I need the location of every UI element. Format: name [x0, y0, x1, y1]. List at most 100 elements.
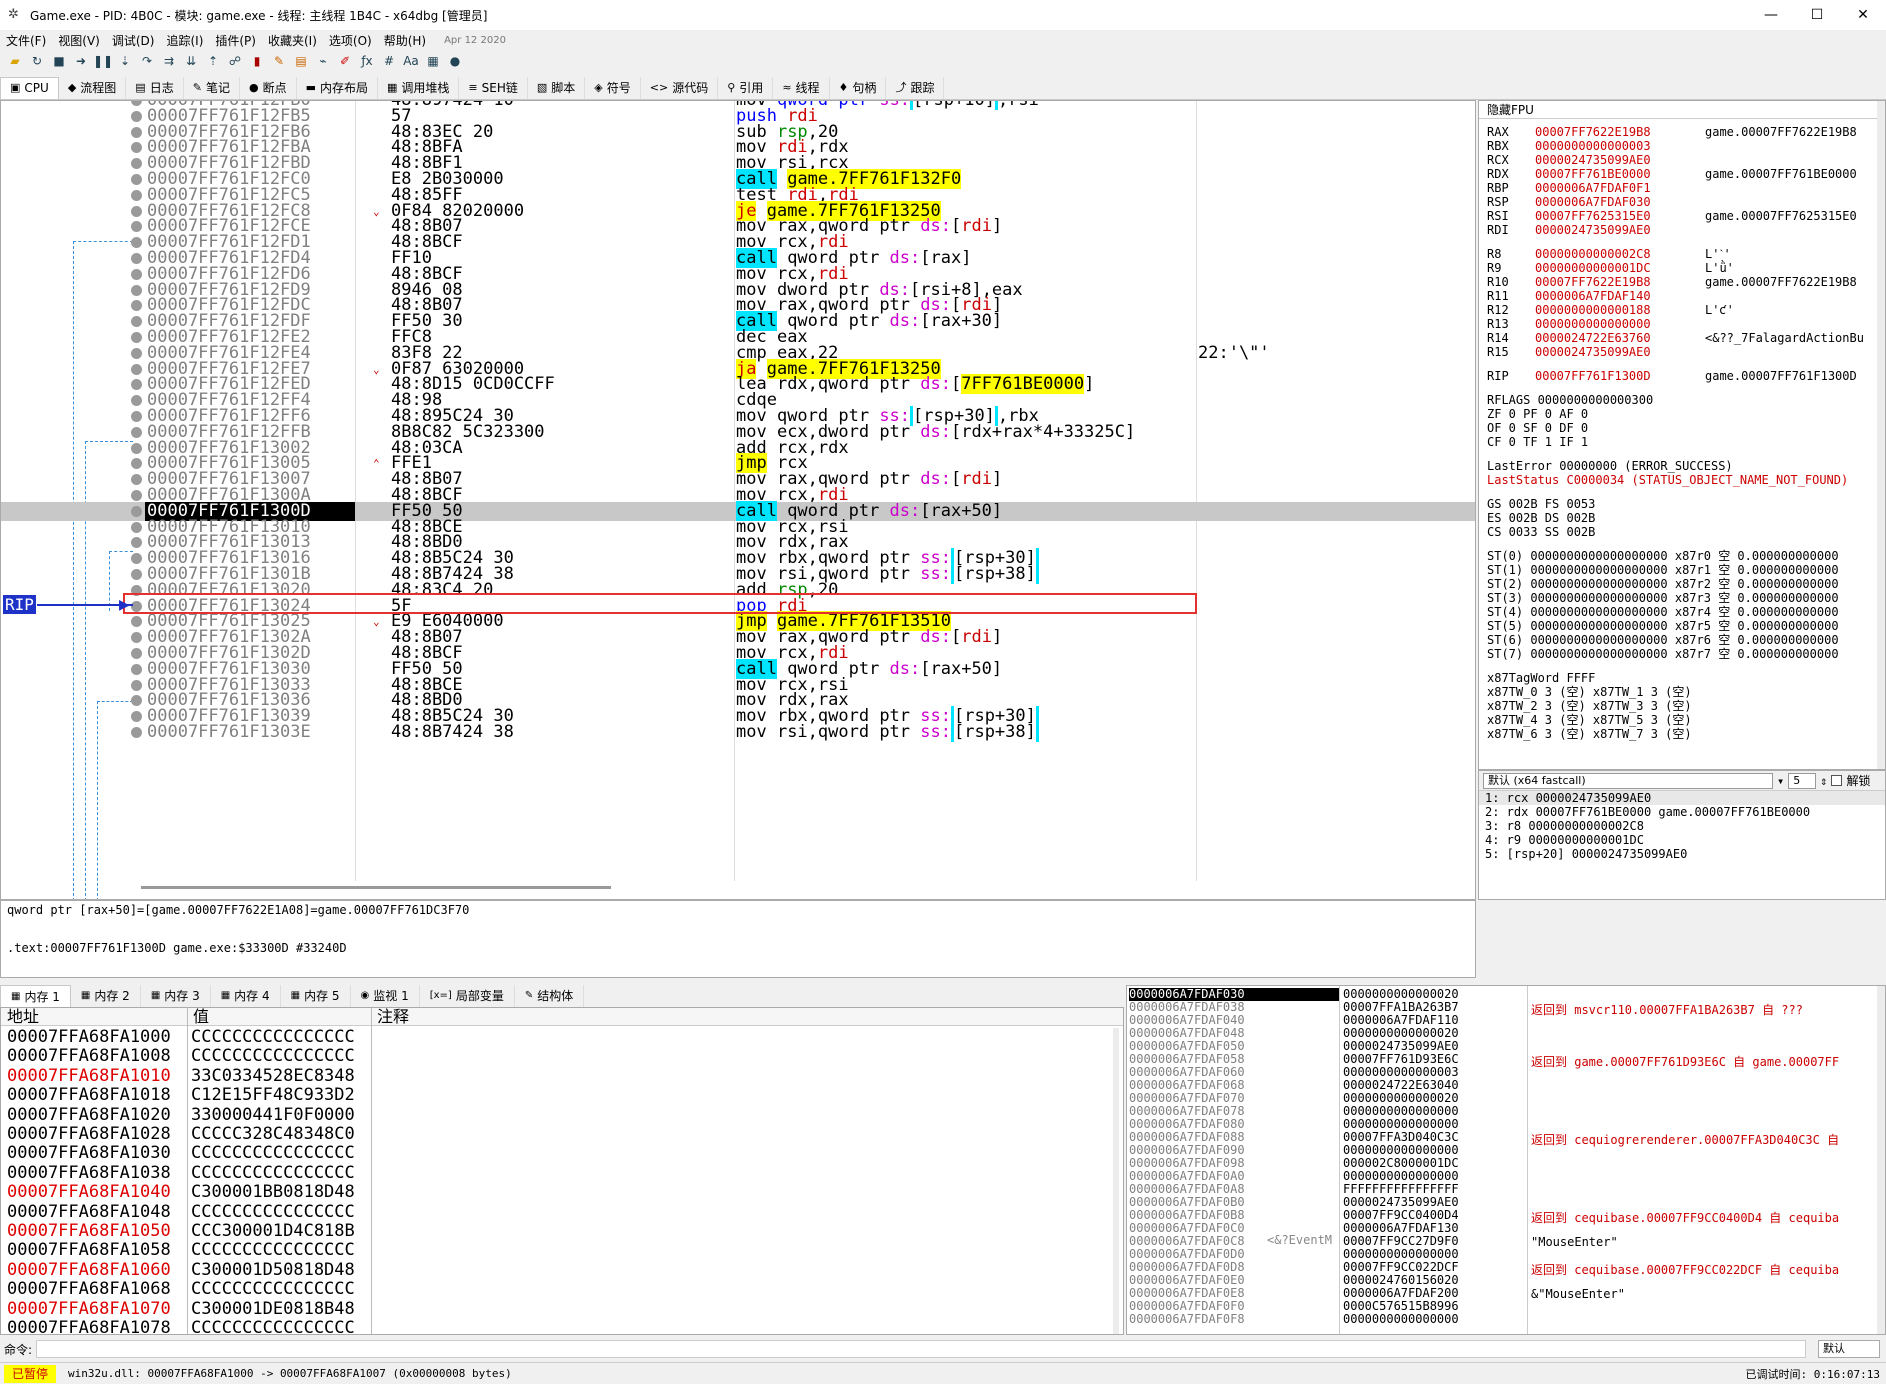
tab-12[interactable]: ≈ 线程 — [773, 76, 830, 99]
register-row[interactable]: R12 0000000000000188 L'ƈ' — [1487, 303, 1734, 317]
dump-row[interactable]: 00007FFA68FA1020 330000441F0F0000 — [1, 1105, 1123, 1125]
menu-item[interactable]: 文件(F) — [0, 32, 52, 49]
font-icon[interactable]: Aa — [402, 52, 420, 70]
step-over-icon[interactable]: ↷ — [138, 52, 156, 70]
register-value[interactable]: 0000024735099AE0 — [1535, 345, 1705, 359]
run-to-user-code-icon[interactable]: ☍ — [226, 52, 244, 70]
argument-row[interactable]: 4: r9 00000000000001DC — [1479, 833, 1885, 847]
stack-scrollbar[interactable] — [1877, 986, 1885, 1334]
breakpoint-dot-icon[interactable] — [131, 632, 142, 644]
comment-icon[interactable]: ▤ — [292, 52, 310, 70]
stack-view[interactable]: 0000006A7FDAF030 0000000000000020 0000006A… — [1126, 985, 1886, 1335]
register-value[interactable]: 00007FF7622E19B8 — [1535, 125, 1705, 139]
register-value[interactable]: 00000000000001DC — [1535, 261, 1705, 275]
breakpoint-dot-icon[interactable] — [131, 221, 142, 233]
argument-row[interactable]: 1: rcx 0000024735099AE0 — [1479, 791, 1885, 805]
breakpoint-dot-icon[interactable] — [131, 300, 142, 312]
bookmark-icon[interactable]: ✐ — [336, 52, 354, 70]
register-row[interactable]: RCX 0000024735099AE0 — [1487, 153, 1705, 167]
restart-icon[interactable]: ↻ — [28, 52, 46, 70]
label-icon[interactable]: ⌁ — [314, 52, 332, 70]
dump-row[interactable]: 00007FFA68FA1060 C300001D50818D48 — [1, 1260, 1123, 1280]
hide-fpu-button[interactable]: 隐藏FPU — [1479, 101, 1885, 119]
register-row[interactable]: R15 0000024735099AE0 — [1487, 345, 1705, 359]
breakpoint-dot-icon[interactable] — [131, 332, 142, 343]
bottom-tab-2[interactable]: ▦ 内存 3 — [141, 985, 211, 1007]
breakpoint-dot-icon[interactable] — [131, 616, 142, 628]
breakpoint-dot-icon[interactable] — [131, 553, 142, 565]
breakpoint-dot-icon[interactable] — [131, 316, 142, 328]
breakpoint-dot-icon[interactable] — [131, 490, 142, 501]
breakpoint-dot-icon[interactable] — [131, 411, 142, 422]
register-row[interactable]: RBP 0000006A7FDAF0F1 — [1487, 181, 1705, 195]
register-value[interactable]: 0000024722E63760 — [1535, 331, 1705, 345]
bottom-tab-7[interactable]: ✎ 结构体 — [515, 985, 585, 1007]
registers-scrollbar[interactable] — [1877, 101, 1885, 769]
dump-row[interactable]: 00007FFA68FA1038 CCCCCCCCCCCCCCCC — [1, 1163, 1123, 1183]
minimize-button[interactable]: — — [1748, 0, 1794, 30]
argument-row[interactable]: 5: [rsp+20] 0000024735099AE0 — [1479, 847, 1885, 861]
hash-icon[interactable]: # — [380, 52, 398, 70]
dump-row[interactable]: 00007FFA68FA1028 CCCCC328C48348C0 — [1, 1125, 1123, 1144]
tab-14[interactable]: ⤴ 跟踪 — [886, 76, 945, 99]
dump-row[interactable]: 00007FFA68FA1040 C300001BB0818D48 — [1, 1183, 1123, 1202]
register-value[interactable]: 00007FF761BE0000 — [1535, 167, 1705, 181]
register-row[interactable]: RDI 0000024735099AE0 — [1487, 223, 1705, 237]
register-value[interactable]: 00007FF7622E19B8 — [1535, 275, 1705, 289]
stepper-icon[interactable]: ⇕ — [1820, 774, 1827, 788]
menu-item[interactable]: 追踪(I) — [160, 32, 209, 49]
menu-item[interactable]: 视图(V) — [52, 32, 106, 49]
tab-0[interactable]: ▣ CPU — [0, 76, 59, 99]
register-row[interactable]: RBX 0000000000000003 — [1487, 139, 1705, 153]
breakpoint-dot-icon[interactable] — [131, 174, 142, 185]
tab-2[interactable]: ▤ 日志 — [126, 76, 184, 99]
register-row[interactable]: R8 00000000000002C8 L'ˋ' — [1487, 247, 1731, 261]
breakpoint-dot-icon[interactable] — [131, 395, 142, 407]
breakpoint-dot-icon[interactable] — [131, 142, 142, 154]
close-button[interactable]: ✕ — [1840, 0, 1886, 30]
stack-row[interactable]: 0000006A7FDAF0F8 0000000000000000 — [1127, 1313, 1885, 1326]
register-row[interactable]: RSI 00007FF7625315E0 game.00007FF7625315E0 — [1487, 209, 1857, 223]
dump-row[interactable]: 00007FFA68FA1078 CCCCCCCCCCCCCCCC — [1, 1319, 1123, 1335]
pause-icon[interactable]: ❚❚ — [93, 52, 113, 70]
breakpoint-dot-icon[interactable] — [131, 442, 142, 454]
tab-10[interactable]: <> 源代码 — [641, 76, 719, 99]
register-value[interactable]: 00007FF7625315E0 — [1535, 209, 1705, 223]
menu-item[interactable]: 收藏夹(I) — [262, 32, 323, 49]
breakpoint-dot-icon[interactable] — [131, 158, 142, 170]
dump-row[interactable]: 00007FFA68FA1008 CCCCCCCCCCCCCCCC — [1, 1047, 1123, 1066]
open-icon[interactable]: ▰ — [6, 52, 24, 70]
tab-1[interactable]: ◆ 流程图 — [59, 76, 127, 99]
breakpoint-dot-icon[interactable] — [131, 663, 142, 675]
argument-count-field[interactable]: 5 — [1788, 772, 1817, 789]
breakpoint-dot-icon[interactable] — [131, 253, 142, 264]
step-into-icon[interactable]: ⇣ — [116, 52, 134, 70]
register-value[interactable]: 0000024735099AE0 — [1535, 153, 1705, 167]
register-value[interactable]: 0000000000000003 — [1535, 139, 1705, 153]
tab-13[interactable]: ♦ 句柄 — [830, 76, 887, 99]
dump-row[interactable]: 00007FFA68FA1068 CCCCCCCCCCCCCCCC — [1, 1280, 1123, 1299]
register-value[interactable]: 0000006A7FDAF030 — [1535, 195, 1705, 209]
breakpoint-dot-icon[interactable] — [131, 648, 142, 659]
register-value[interactable]: 00007FF761F1300D — [1535, 369, 1705, 383]
tab-9[interactable]: ◈ 符号 — [585, 76, 641, 99]
breakpoint-dot-icon[interactable] — [131, 458, 142, 470]
calling-convention-select[interactable]: 默认 (x64 fastcall) — [1483, 772, 1773, 789]
bottom-tab-6[interactable]: [x=] 局部变量 — [420, 985, 515, 1007]
tab-7[interactable]: ≡ SEH链 — [459, 76, 528, 99]
register-value[interactable]: 0000006A7FDAF0F1 — [1535, 181, 1705, 195]
breakpoint-dot-icon[interactable] — [131, 521, 142, 533]
dump-row[interactable]: 00007FFA68FA1000 CCCCCCCCCCCCCCCC — [1, 1028, 1123, 1047]
dump-row[interactable]: 00007FFA68FA1058 CCCCCCCCCCCCCCCC — [1, 1241, 1123, 1260]
breakpoint-dot-icon[interactable] — [131, 727, 142, 738]
register-value[interactable]: 0000000000000000 — [1535, 317, 1705, 331]
help-icon[interactable]: ● — [446, 52, 464, 70]
breakpoint-dot-icon[interactable] — [131, 189, 142, 201]
execute-till-return-icon[interactable]: ⇡ — [204, 52, 222, 70]
dump-row[interactable]: 00007FFA68FA1050 CCC300001D4C818B — [1, 1222, 1123, 1241]
register-row[interactable]: R9 00000000000001DC L'ǜ' — [1487, 261, 1734, 275]
register-row[interactable]: RSP 0000006A7FDAF030 — [1487, 195, 1705, 209]
breakpoint-dot-icon[interactable] — [131, 110, 142, 122]
breakpoint-dot-icon[interactable] — [131, 126, 142, 138]
dump-row[interactable]: 00007FFA68FA1070 C300001DE0818B48 — [1, 1299, 1123, 1319]
